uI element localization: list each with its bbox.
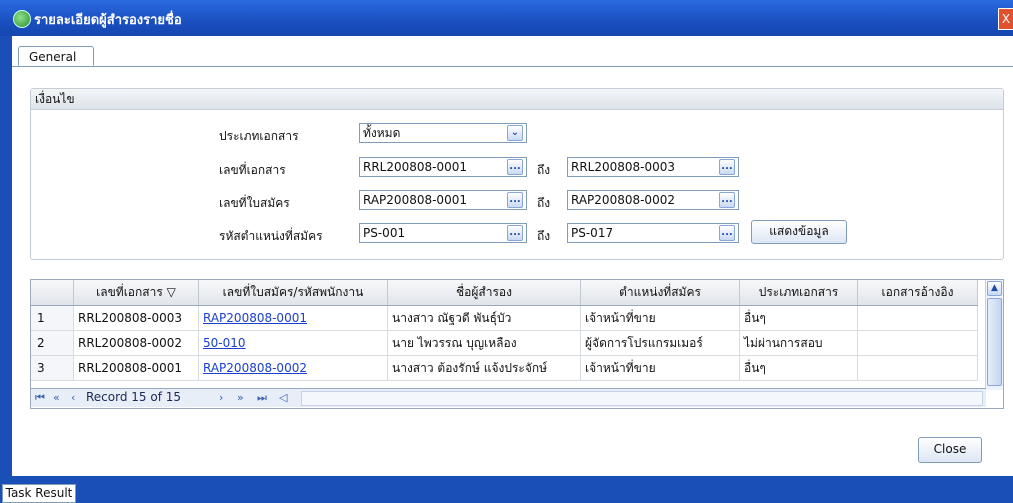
scroll-left-icon[interactable]: ◁ (279, 391, 287, 404)
to-label: ถึง (537, 163, 551, 177)
doc-type-cell: อื่นๆ (739, 355, 858, 381)
doc-type-cell: อื่นๆ (739, 305, 858, 331)
column-header[interactable]: ประเภทเอกสาร (739, 280, 858, 306)
scroll-thumb[interactable] (987, 298, 1002, 386)
next-page-icon[interactable]: › (219, 391, 223, 404)
name-cell: นางสาว ต้องรักษ์ แจ้งประจักษ์ (387, 355, 581, 381)
prev-page-group-icon[interactable]: « (53, 391, 60, 404)
name-cell: นาย ไพวรรณ บุญเหลือง (387, 330, 581, 356)
window-title: รายละเอียดผู้สำรองรายชื่อ (34, 13, 182, 28)
window-close-button[interactable]: X (998, 8, 1013, 30)
app-no-to-input[interactable]: RAP200808-0002 (567, 190, 739, 210)
doc-no-to-browse-icon[interactable]: ... (719, 159, 735, 175)
last-page-icon[interactable]: ⏭ (257, 391, 267, 405)
first-page-icon[interactable]: ⏮ (35, 391, 45, 405)
doc-no-to-input[interactable]: RRL200808-0003 (567, 157, 739, 177)
title-bar: รายละเอียดผู้สำรองรายชื่อ X (0, 0, 1013, 36)
close-button[interactable]: Close (918, 437, 982, 463)
position-to-input[interactable]: PS-017 (567, 223, 739, 243)
doc-no-cell: RRL200808-0002 (73, 330, 199, 356)
position-from-input[interactable]: PS-001 (359, 223, 527, 243)
tab-general[interactable]: General (18, 46, 94, 66)
column-header[interactable]: เลขที่ใบสมัคร/รหัสพนักงาน (198, 280, 388, 306)
name-cell: นางสาว ณัฐวดี พันธุ์บัว (387, 305, 581, 331)
app-no-to-browse-icon[interactable]: ... (719, 192, 735, 208)
position-cell: ผู้จัดการโปรแกรมเมอร์ (580, 330, 740, 356)
scroll-up-icon[interactable]: ▲ (987, 281, 1002, 296)
doc-no-cell: RRL200808-0003 (73, 305, 199, 331)
app-globe-icon (13, 10, 31, 28)
position-from-browse-icon[interactable]: ... (507, 225, 523, 241)
prev-page-icon[interactable]: ‹ (71, 391, 75, 404)
column-header[interactable]: เลขที่เอกสาร ▽ (73, 280, 199, 306)
horizontal-scrollbar[interactable] (301, 391, 983, 406)
column-header[interactable]: ตำแหน่งที่สมัคร (580, 280, 740, 306)
doc-no-from-input[interactable]: RRL200808-0001 (359, 157, 527, 177)
doc-no-label: เลขที่เอกสาร (219, 163, 286, 177)
column-header[interactable]: ชื่อผู้สำรอง (387, 280, 581, 306)
table-row[interactable]: 2 RRL200808-0002 50-010 นาย ไพวรรณ บุญเห… (31, 330, 978, 356)
grid-header-row: เลขที่เอกสาร ▽ เลขที่ใบสมัคร/รหัสพนักงาน… (31, 280, 978, 306)
results-grid: เลขที่เอกสาร ▽ เลขที่ใบสมัคร/รหัสพนักงาน… (30, 279, 1004, 409)
row-number-header (31, 280, 74, 306)
task-result-tab[interactable]: Task Result (2, 484, 76, 503)
app-no-link[interactable]: RAP200808-0001 (203, 311, 307, 325)
ref-doc-cell (857, 305, 978, 331)
app-no-cell: 50-010 (198, 330, 388, 356)
doc-type-select[interactable]: ทั้งหมด (359, 123, 527, 143)
table-row[interactable]: 3 RRL200808-0001 RAP200808-0002 นางสาว ต… (31, 355, 978, 381)
vertical-scrollbar[interactable]: ▲ (985, 280, 1003, 390)
to-label: ถึง (537, 229, 551, 243)
doc-type-label: ประเภทเอกสาร (219, 129, 299, 143)
next-page-group-icon[interactable]: » (237, 391, 244, 404)
ref-doc-cell (857, 330, 978, 356)
app-no-link[interactable]: 50-010 (203, 336, 246, 350)
tab-strip: General (12, 46, 1013, 67)
row-number: 1 (31, 305, 74, 331)
row-number: 2 (31, 330, 74, 356)
criteria-panel: เงื่อนไข ประเภทเอกสาร ทั้งหมด ⌄ เลขที่เอ… (30, 88, 1004, 260)
row-number: 3 (31, 355, 74, 381)
doc-no-cell: RRL200808-0001 (73, 355, 199, 381)
grid-pager: ⏮ « ‹ Record 15 of 15 › » ⏭ ◁ (31, 388, 986, 407)
dropdown-arrow-icon[interactable]: ⌄ (507, 125, 523, 141)
position-cell: เจ้าหน้าที่ขาย (580, 355, 740, 381)
to-label: ถึง (537, 196, 551, 210)
app-no-from-input[interactable]: RAP200808-0001 (359, 190, 527, 210)
show-data-button[interactable]: แสดงข้อมูล (751, 220, 847, 244)
column-header[interactable]: เอกสารอ้างอิง (857, 280, 978, 306)
app-no-cell: RAP200808-0002 (198, 355, 388, 381)
position-to-browse-icon[interactable]: ... (719, 225, 735, 241)
position-cell: เจ้าหน้าที่ขาย (580, 305, 740, 331)
app-no-cell: RAP200808-0001 (198, 305, 388, 331)
position-label: รหัสตำแหน่งที่สมัคร (219, 229, 323, 243)
app-no-link[interactable]: RAP200808-0002 (203, 361, 307, 375)
criteria-header: เงื่อนไข (31, 89, 1003, 110)
record-status: Record 15 of 15 (86, 390, 182, 404)
app-no-label: เลขที่ใบสมัคร (219, 196, 290, 210)
app-no-from-browse-icon[interactable]: ... (507, 192, 523, 208)
doc-no-from-browse-icon[interactable]: ... (507, 159, 523, 175)
ref-doc-cell (857, 355, 978, 381)
doc-type-cell: ไม่ผ่านการสอบ (739, 330, 858, 356)
table-row[interactable]: 1 RRL200808-0003 RAP200808-0001 นางสาว ณ… (31, 305, 978, 331)
dialog-body: General เงื่อนไข ประเภทเอกสาร ทั้งหมด ⌄ … (12, 36, 1013, 476)
